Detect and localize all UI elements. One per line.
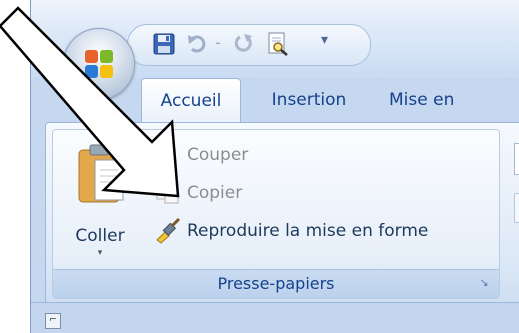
cut-label: Couper [187,145,249,165]
save-icon [153,33,175,55]
font-name-box[interactable]: A [514,143,519,175]
format-painter-label: Reproduire la mise en forme [187,221,429,241]
paste-label: Coller [75,226,125,246]
print-preview-icon [268,32,288,56]
office-logo-icon [85,50,113,78]
clipboard-group-label: Presse-papiers [217,274,335,293]
paste-button[interactable]: Coller ▾ [63,140,137,268]
cut-button[interactable]: Couper [155,140,248,170]
format-painter-icon [155,218,181,244]
paste-dropdown-arrow[interactable]: ▾ [63,248,137,258]
ruler-tab-selector[interactable]: ⌐ [45,313,61,329]
redo-icon [234,34,252,52]
customize-qat-button[interactable]: ▾ [321,32,328,48]
undo-dropdown-separator: - [215,33,221,52]
print-preview-button[interactable] [263,30,293,58]
tab-insertion[interactable]: Insertion [253,78,365,122]
next-group-box[interactable] [514,193,519,223]
document-area-top: ⌐ [31,302,519,333]
tab-accueil[interactable]: Accueil [141,78,241,123]
clipboard-group: Coller ▾ Couper Copier Reproduire la mis… [52,129,500,299]
undo-icon [188,35,206,53]
paste-icon [78,144,124,203]
save-button[interactable] [149,30,179,58]
office-window: - ▾ Accueil Insertion Mise en Coller ▾ C… [30,0,519,333]
tab-mise-en-page[interactable]: Mise en [377,78,519,122]
copy-button[interactable]: Copier [155,178,242,208]
copy-icon [155,180,181,206]
scissors-icon [155,142,181,168]
format-painter-button[interactable]: Reproduire la mise en forme [155,216,428,246]
copy-label: Copier [187,183,243,203]
redo-button[interactable] [229,30,259,58]
clipboard-group-footer: Presse-papiers ↘ [53,269,499,298]
ribbon-tabs: Accueil Insertion Mise en [31,78,519,123]
ribbon-panel: Coller ▾ Couper Copier Reproduire la mis… [45,122,519,304]
dialog-launcher-icon[interactable]: ↘ [477,276,491,290]
undo-button[interactable] [183,30,213,58]
